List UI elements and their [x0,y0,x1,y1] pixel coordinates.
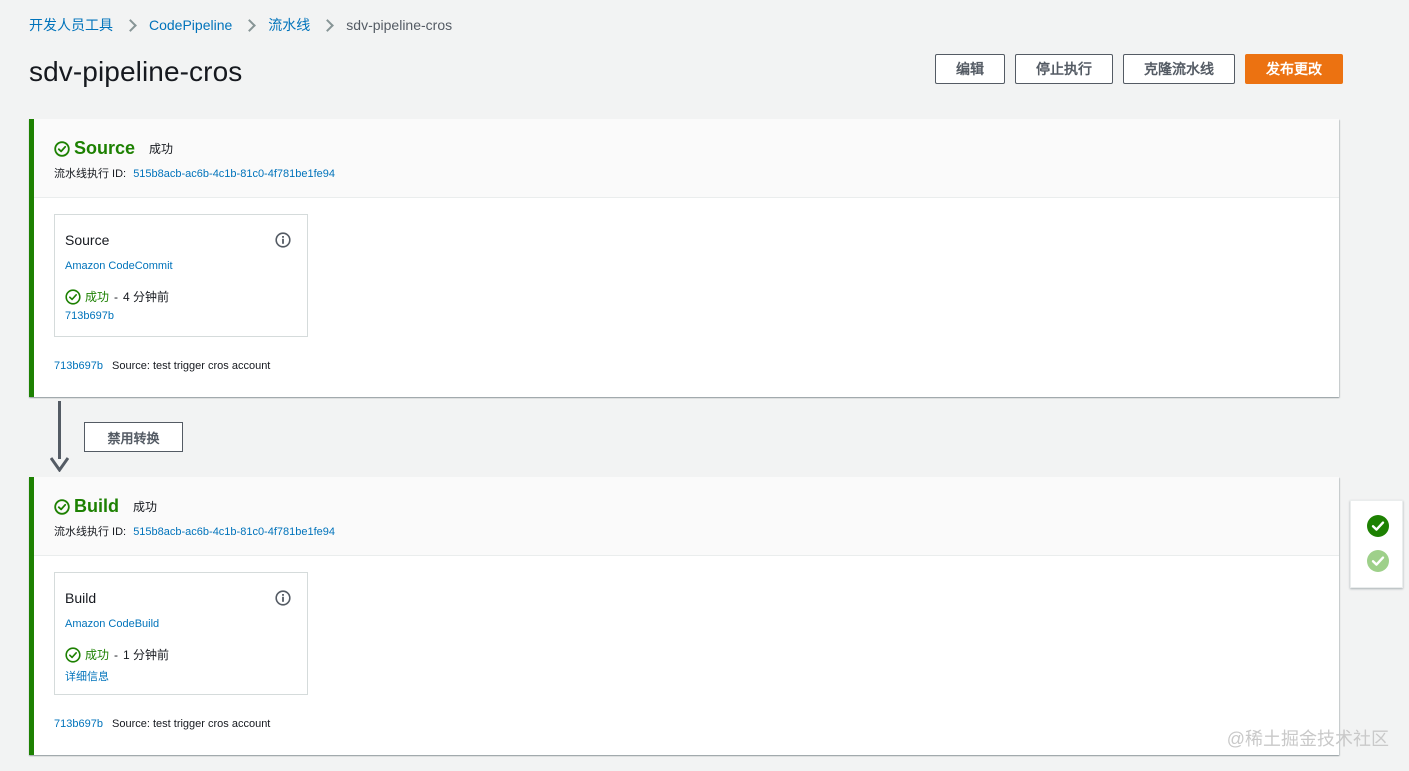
execution-id-row: 流水线执行 ID: 515b8acb-ac6b-4c1b-81c0-4f781b… [54,523,335,539]
check-circle-icon [65,646,81,663]
stage-status-panel [1350,500,1403,588]
status-separator: - [114,289,119,304]
breadcrumb: 开发人员工具 CodePipeline 流水线 sdv-pipeline-cro… [29,15,452,35]
action-card-build: Build Amazon CodeBuild 成功 - 1 分钟前 详细信息 [54,572,308,695]
stage-title-row: Source 成功 [54,138,173,159]
execution-id-label: 流水线执行 ID: [54,168,127,180]
stage-build: Build 成功 流水线执行 ID: 515b8acb-ac6b-4c1b-81… [29,477,1339,755]
stage-title-row: Build 成功 [54,496,157,517]
action-time: 1 分钟前 [123,648,170,662]
commit-id-link[interactable]: 713b697b [54,718,103,730]
execution-id-label: 流水线执行 ID: [54,526,127,538]
stage-header: Source 成功 流水线执行 ID: 515b8acb-ac6b-4c1b-8… [34,119,1339,198]
execution-id-row: 流水线执行 ID: 515b8acb-ac6b-4c1b-81c0-4f781b… [54,165,335,181]
status-separator: - [114,647,119,662]
clone-pipeline-button[interactable]: 克隆流水线 [1123,54,1235,84]
action-status-text: 成功 [85,648,110,662]
check-circle-filled-icon[interactable] [1367,515,1389,537]
commit-link[interactable]: 713b697b [65,310,114,322]
arrow-down-icon [50,457,69,472]
action-name: Source [65,232,110,248]
stage-commit-row: 713b697b Source: test trigger cros accou… [54,360,270,372]
stage-title: Build [74,496,119,516]
breadcrumb-developer-tools[interactable]: 开发人员工具 [29,15,113,35]
chevron-right-icon [245,17,255,33]
info-icon[interactable] [275,590,291,606]
check-circle-icon [54,140,70,157]
action-card-source: Source Amazon CodeCommit 成功 - 4 分钟前 713b… [54,214,308,337]
action-provider-link[interactable]: Amazon CodeBuild [65,618,159,630]
info-icon[interactable] [275,232,291,248]
check-circle-icon [54,498,70,515]
execution-id-link[interactable]: 515b8acb-ac6b-4c1b-81c0-4f781be1fe94 [133,526,335,538]
chevron-right-icon [126,17,136,33]
header-actions: 编辑 停止执行 克隆流水线 发布更改 [935,54,1343,84]
stage-status: 成功 [149,142,174,156]
stage-status: 成功 [133,500,158,514]
breadcrumb-current: sdv-pipeline-cros [346,17,453,33]
page-title: sdv-pipeline-cros [29,56,243,87]
stage-title: Source [74,138,136,158]
watermark: @稀土掘金技术社区 [1226,729,1389,749]
action-name: Build [65,590,97,606]
execution-id-link[interactable]: 515b8acb-ac6b-4c1b-81c0-4f781be1fe94 [133,168,335,180]
check-circle-faded-icon[interactable] [1367,550,1389,572]
stage-header: Build 成功 流水线执行 ID: 515b8acb-ac6b-4c1b-81… [34,477,1339,556]
breadcrumb-pipelines[interactable]: 流水线 [268,15,310,35]
commit-message: Source: test trigger cros account [112,718,271,730]
action-provider-link[interactable]: Amazon CodeCommit [65,260,173,272]
stage-commit-row: 713b697b Source: test trigger cros accou… [54,718,270,730]
breadcrumb-codepipeline[interactable]: CodePipeline [149,17,232,33]
stage-source: Source 成功 流水线执行 ID: 515b8acb-ac6b-4c1b-8… [29,119,1339,397]
action-status-row: 成功 - 4 分钟前 [65,288,169,305]
action-time: 4 分钟前 [123,290,170,304]
check-circle-icon [65,288,81,305]
release-change-button[interactable]: 发布更改 [1245,54,1343,84]
chevron-right-icon [323,17,333,33]
commit-message: Source: test trigger cros account [112,360,271,372]
action-status-text: 成功 [85,290,110,304]
commit-id-link[interactable]: 713b697b [54,360,103,372]
edit-button[interactable]: 编辑 [935,54,1005,84]
action-status-row: 成功 - 1 分钟前 [65,646,169,663]
disable-transition-button[interactable]: 禁用转换 [84,422,183,452]
stop-execution-button[interactable]: 停止执行 [1015,54,1113,84]
details-link[interactable]: 详细信息 [65,668,109,684]
